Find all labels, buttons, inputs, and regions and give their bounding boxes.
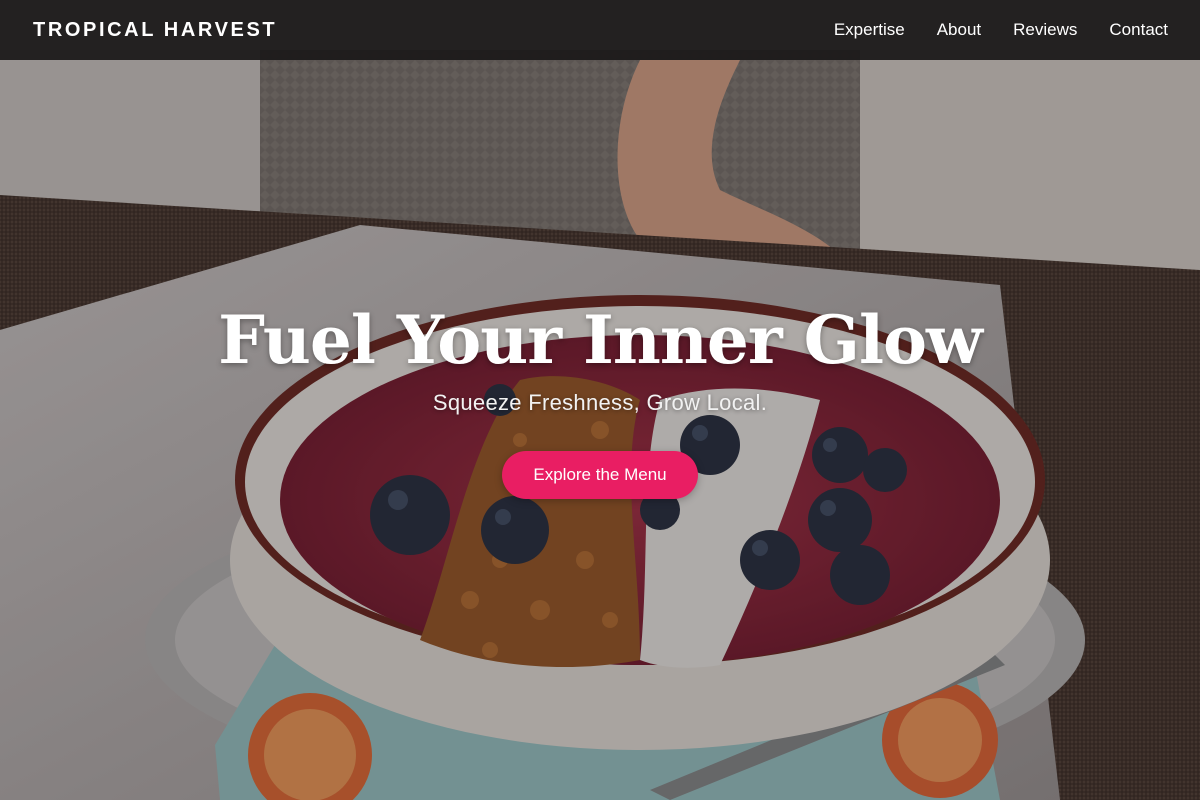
nav-link-expertise[interactable]: Expertise — [834, 20, 905, 40]
nav-link-reviews[interactable]: Reviews — [1013, 20, 1077, 40]
hero-content: Fuel Your Inner Glow Squeeze Freshness, … — [0, 300, 1200, 499]
nav-links: Expertise About Reviews Contact — [834, 20, 1168, 40]
nav-link-contact[interactable]: Contact — [1109, 20, 1168, 40]
hero-subtitle: Squeeze Freshness, Grow Local. — [432, 390, 768, 415]
navbar: TROPICAL HARVEST Expertise About Reviews… — [0, 0, 1200, 60]
explore-menu-button[interactable]: Explore the Menu — [502, 451, 698, 499]
hero-title: Fuel Your Inner Glow — [218, 301, 983, 379]
nav-link-about[interactable]: About — [937, 20, 981, 40]
brand-logo[interactable]: TROPICAL HARVEST — [33, 19, 277, 42]
